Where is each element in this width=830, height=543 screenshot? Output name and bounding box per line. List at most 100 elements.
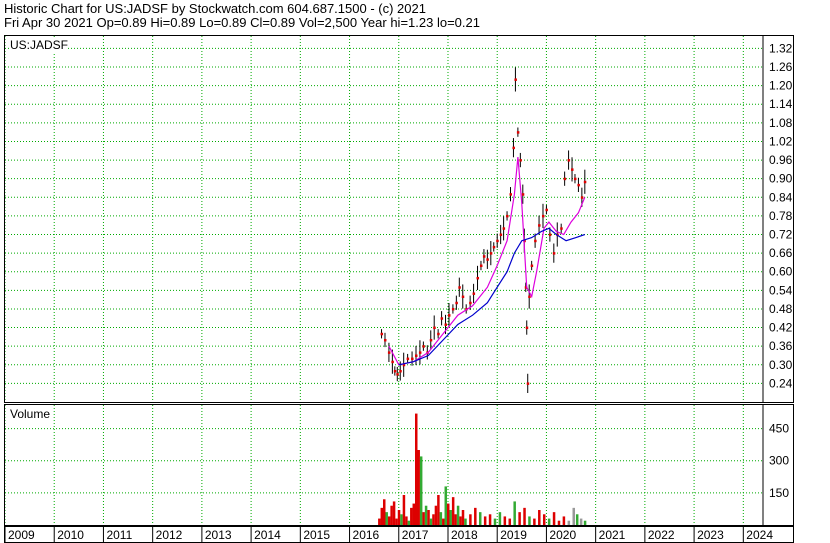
volume-bar	[429, 518, 433, 525]
price-close-marker	[519, 159, 522, 162]
volume-tick-label: 450 k	[769, 422, 793, 436]
volume-bar	[464, 518, 467, 525]
year-axis-svg: 2009 2010 2011 2012 2013 2014 2015 2016 2017 2018…	[5, 527, 773, 542]
price-close-marker	[387, 351, 391, 354]
price-close-marker	[563, 177, 567, 181]
price-chart: 1.32 1.26 1.20 1.14 1.08 1.02 0.96 0.90 0.84 0.78…	[5, 36, 793, 402]
price-tick-label: 1.14	[769, 97, 793, 111]
volume-bar	[437, 495, 440, 525]
price-tick-label: 1.02	[769, 134, 793, 148]
price-close-marker	[479, 264, 483, 268]
price-close-marker	[422, 345, 425, 348]
price-close-marker	[391, 360, 394, 364]
moving-average-long	[398, 227, 585, 366]
year-label: 2019	[500, 528, 527, 542]
volume-bar	[483, 516, 487, 525]
price-close-marker	[571, 168, 574, 171]
year-label: 2020	[549, 528, 576, 542]
volume-bar	[419, 456, 423, 525]
price-close-marker	[496, 239, 499, 243]
volume-bar	[508, 518, 512, 525]
year-label: 2016	[353, 528, 380, 542]
volume-bar	[378, 518, 381, 525]
volume-bar	[547, 518, 551, 525]
volume-bar	[432, 514, 435, 525]
price-close-marker	[380, 332, 384, 336]
volume-bar	[454, 514, 457, 525]
year-label: 2012	[156, 528, 183, 542]
price-close-marker	[472, 292, 476, 295]
price-close-marker	[451, 307, 455, 311]
price-close-marker	[516, 131, 520, 134]
volume-bar	[446, 503, 450, 525]
price-tick-label: 1.08	[769, 116, 793, 130]
year-axis: 2009 2010 2011 2012 2013 2014 2015 2016 2017 2018…	[4, 526, 794, 543]
price-close-marker	[486, 258, 489, 261]
volume-bar	[424, 505, 428, 525]
price-tick-label: 0.30	[769, 358, 793, 372]
year-label: 2017	[402, 528, 429, 542]
volume-bar	[412, 503, 416, 525]
volume-bar	[444, 486, 448, 525]
price-tick-label: 1.20	[769, 79, 793, 93]
volume-bar	[579, 518, 583, 525]
price-tick-label: 0.96	[769, 153, 793, 167]
volume-bar	[397, 510, 401, 525]
volume-bar	[427, 510, 430, 525]
price-close-marker	[399, 369, 402, 373]
volume-bar	[434, 505, 438, 525]
price-tick-label: 0.72	[769, 228, 793, 242]
year-label: 2014	[254, 528, 281, 542]
volume-bar	[552, 512, 556, 525]
price-tick-label: 0.90	[769, 172, 793, 186]
volume-bar	[410, 507, 413, 525]
volume-bar	[385, 512, 388, 525]
volume-bar	[557, 520, 561, 525]
price-close-marker	[447, 314, 451, 317]
price-close-marker	[414, 354, 418, 357]
chart-title: Historic Chart for US:JADSF by Stockwatc…	[4, 1, 426, 16]
volume-bar	[469, 514, 472, 525]
price-close-marker	[476, 276, 480, 280]
price-tick-label: 1.26	[769, 60, 793, 74]
price-close-marker	[509, 193, 512, 196]
price-close-marker	[541, 214, 545, 218]
volume-bar	[513, 501, 516, 525]
price-close-marker	[499, 233, 503, 237]
volume-bar	[498, 512, 502, 525]
volume-tick-label: 300 k	[769, 454, 793, 468]
price-tick-label: 0.66	[769, 246, 793, 260]
volume-bar	[562, 516, 566, 525]
volume-bar	[518, 512, 521, 525]
volume-bar	[533, 518, 536, 525]
volume-bar	[390, 505, 393, 525]
volume-bar	[407, 520, 411, 525]
price-close-marker	[506, 214, 509, 218]
volume-bar	[400, 514, 403, 525]
price-close-marker	[577, 183, 580, 187]
price-close-marker	[583, 180, 587, 184]
volume-panel: 450 k 300 k 150 k Volume	[4, 404, 794, 526]
volume-bar	[575, 514, 579, 525]
volume-bar	[414, 413, 418, 525]
volume-bar	[442, 518, 445, 525]
price-close-marker	[383, 338, 387, 342]
price-tick-label: 0.36	[769, 339, 793, 353]
price-close-marker	[580, 196, 584, 199]
volume-bar	[538, 510, 541, 525]
price-close-marker	[525, 326, 529, 330]
volume-bar	[392, 501, 396, 525]
year-label: 2013	[205, 528, 232, 542]
price-close-marker	[502, 227, 506, 230]
volume-label: Volume	[10, 407, 51, 421]
price-close-marker	[433, 326, 436, 330]
price-tick-label: 0.60	[769, 265, 793, 279]
volume-bar	[583, 520, 587, 525]
volume-bar	[405, 516, 408, 525]
price-tick-label: 0.78	[769, 209, 793, 223]
price-close-marker	[567, 159, 571, 162]
price-close-marker	[406, 357, 410, 361]
price-close-marker	[455, 301, 458, 305]
price-panel: 1.32 1.26 1.20 1.14 1.08 1.02 0.96 0.90 0.84 0.78…	[4, 35, 794, 403]
price-close-marker	[492, 245, 496, 249]
